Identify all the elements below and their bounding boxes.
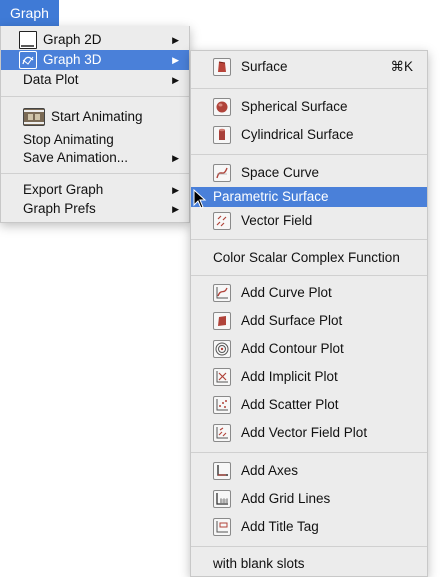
submenu-item-space-curve[interactable]: Space Curve (191, 161, 427, 185)
menu-item-stop-animating[interactable]: Stop Animating (1, 130, 189, 150)
scatter-plot-icon (213, 396, 231, 414)
graph-menu-title[interactable]: Graph (0, 0, 59, 26)
menu-item-label: Stop Animating (23, 132, 114, 147)
menu-item-label: Add Grid Lines (241, 491, 331, 506)
menu-item-export-graph[interactable]: Export Graph ▶ (1, 180, 189, 200)
menu-item-label: Graph 3D (43, 52, 102, 67)
submenu-item-color-scalar-complex-function[interactable]: Color Scalar Complex Function (191, 247, 427, 269)
submenu-arrow-icon: ▶ (172, 35, 179, 45)
menu-item-label: Parametric Surface (213, 189, 329, 204)
menu-separator (191, 546, 427, 547)
vector-field-plot-icon (213, 424, 231, 442)
menu-separator (191, 452, 427, 453)
graph-menu: Graph 2D ▶ Graph 3D ▶ Data Plot ▶ Start … (0, 26, 190, 223)
menu-item-label: Export Graph (23, 182, 104, 197)
menu-item-label: Add Contour Plot (241, 341, 344, 356)
menu-item-label: Add Axes (241, 463, 299, 478)
vector-field-icon (213, 212, 231, 230)
menu-item-label: Cylindrical Surface (241, 127, 354, 142)
menu-separator (191, 275, 427, 276)
submenu-item-add-vector-field-plot[interactable]: Add Vector Field Plot (191, 421, 427, 445)
submenu-item-add-scatter-plot[interactable]: Add Scatter Plot (191, 393, 427, 417)
contour-plot-icon (213, 340, 231, 358)
graph-3d-icon (19, 51, 37, 69)
submenu-item-surface[interactable]: Surface ⌘K (191, 55, 427, 79)
axes-icon (213, 462, 231, 480)
menu-item-data-plot[interactable]: Data Plot ▶ (1, 70, 189, 90)
menu-item-graph-3d[interactable]: Graph 3D ▶ (1, 50, 189, 70)
menu-item-start-animating[interactable]: Start Animating (1, 106, 189, 128)
menu-separator (191, 88, 427, 89)
menu-item-label: with blank slots (213, 556, 305, 571)
mouse-cursor-icon (193, 188, 207, 212)
menu-item-label: Vector Field (241, 213, 313, 228)
surface-plot-icon (213, 312, 231, 330)
submenu-item-cylindrical-surface[interactable]: Cylindrical Surface (191, 123, 427, 147)
menu-separator (191, 154, 427, 155)
submenu-item-spherical-surface[interactable]: Spherical Surface (191, 95, 427, 119)
space-curve-icon (213, 164, 231, 182)
grid-lines-icon (213, 490, 231, 508)
cylindrical-surface-icon (213, 126, 231, 144)
submenu-item-add-title-tag[interactable]: Add Title Tag (191, 515, 427, 539)
shortcut-label: ⌘K (390, 59, 413, 74)
menu-item-label: Add Surface Plot (241, 313, 343, 328)
menu-item-label: Add Curve Plot (241, 285, 332, 300)
menu-item-graph-prefs[interactable]: Graph Prefs ▶ (1, 199, 189, 219)
submenu-item-add-curve-plot[interactable]: Add Curve Plot (191, 281, 427, 305)
menu-item-label: Space Curve (241, 165, 320, 180)
menu-item-label: Data Plot (23, 72, 79, 87)
menu-separator (191, 239, 427, 240)
submenu-item-add-surface-plot[interactable]: Add Surface Plot (191, 309, 427, 333)
menu-item-label: Add Title Tag (241, 519, 319, 534)
menu-item-label: Save Animation... (23, 150, 129, 165)
submenu-arrow-icon: ▶ (172, 153, 179, 163)
menu-item-save-animation[interactable]: Save Animation... ▶ (1, 148, 189, 168)
menu-item-label: Graph Prefs (23, 201, 96, 216)
submenu-item-add-grid-lines[interactable]: Add Grid Lines (191, 487, 427, 511)
submenu-item-with-blank-slots[interactable]: with blank slots (191, 553, 427, 575)
menu-item-label: Color Scalar Complex Function (213, 250, 400, 265)
menu-item-label: Surface (241, 59, 288, 74)
submenu-arrow-icon: ▶ (172, 204, 179, 214)
submenu-item-add-implicit-plot[interactable]: Add Implicit Plot (191, 365, 427, 389)
spherical-surface-icon (213, 98, 231, 116)
submenu-item-vector-field[interactable]: Vector Field (191, 209, 427, 233)
menu-item-label: Add Scatter Plot (241, 397, 339, 412)
menu-separator (1, 96, 189, 97)
submenu-item-add-contour-plot[interactable]: Add Contour Plot (191, 337, 427, 361)
submenu-arrow-icon: ▶ (172, 75, 179, 85)
curve-plot-icon (213, 284, 231, 302)
menu-separator (1, 173, 189, 174)
menu-item-label: Spherical Surface (241, 99, 348, 114)
submenu-arrow-icon: ▶ (172, 185, 179, 195)
graph-2d-icon (19, 31, 37, 49)
surface-icon (213, 58, 231, 76)
menu-item-label: Add Vector Field Plot (241, 425, 368, 440)
menu-item-graph-2d[interactable]: Graph 2D ▶ (1, 30, 189, 50)
submenu-item-add-axes[interactable]: Add Axes (191, 459, 427, 483)
film-icon (23, 108, 45, 126)
submenu-item-parametric-surface[interactable]: Parametric Surface (191, 187, 427, 207)
submenu-arrow-icon: ▶ (172, 55, 179, 65)
menu-item-label: Add Implicit Plot (241, 369, 338, 384)
menu-item-label: Graph 2D (43, 32, 102, 47)
menu-item-label: Start Animating (51, 109, 143, 124)
implicit-plot-icon (213, 368, 231, 386)
title-tag-icon (213, 518, 231, 536)
graph-3d-submenu: Surface ⌘K Spherical Surface Cylindrical… (190, 50, 428, 577)
